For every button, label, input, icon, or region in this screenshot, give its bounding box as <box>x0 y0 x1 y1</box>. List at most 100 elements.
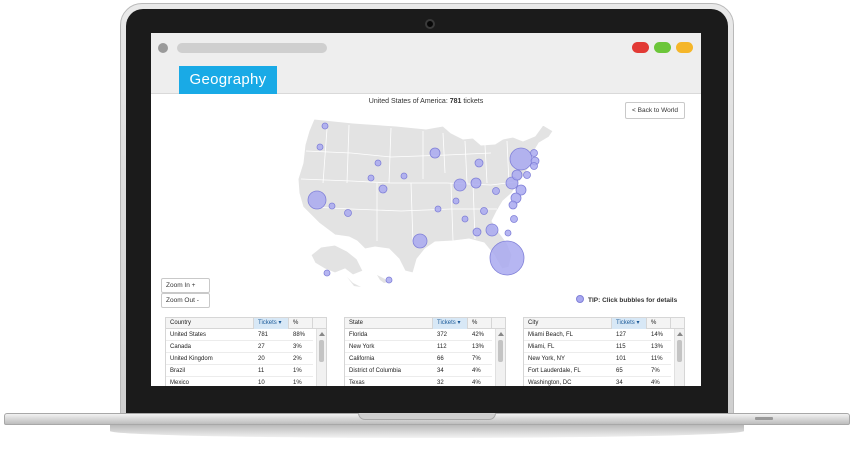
table-scrollbar[interactable] <box>495 329 505 386</box>
bubble-indiana[interactable] <box>470 177 482 189</box>
percent-cell: 11% <box>651 356 663 362</box>
bubble-nevada[interactable] <box>328 202 336 210</box>
table-row[interactable]: Texas 32 4% <box>345 377 492 386</box>
percent-cell: 42% <box>472 332 485 338</box>
bubble-delaware[interactable] <box>523 171 531 179</box>
us-map[interactable] <box>151 33 701 317</box>
bubble-new-york[interactable] <box>509 147 533 171</box>
scroll-thumb[interactable] <box>677 340 682 362</box>
app-screen: Geography United States of America: 781 … <box>151 33 701 386</box>
city-cell: Miami Beach, FL <box>528 332 574 338</box>
column-header-tickets[interactable]: Tickets ▾ <box>433 318 468 329</box>
bubble-north-carolina[interactable] <box>508 200 518 210</box>
bubble-new-jersey[interactable] <box>511 169 523 181</box>
table-row[interactable]: District of Columbia 34 4% <box>345 365 492 377</box>
bubble-hawaii[interactable] <box>385 276 393 284</box>
column-header-percent[interactable]: % <box>647 318 671 329</box>
bubble-georgia[interactable] <box>485 223 499 237</box>
table-scrollbar[interactable] <box>674 329 684 386</box>
bubble-oregon[interactable] <box>316 143 324 151</box>
bubble-ohio[interactable] <box>492 187 500 195</box>
column-header-city[interactable]: City <box>524 318 612 329</box>
column-header-country[interactable]: Country <box>166 318 254 329</box>
table-row[interactable]: New York 112 13% <box>345 341 492 353</box>
tickets-cell: 66 <box>437 356 444 362</box>
tickets-cell: 20 <box>258 356 265 362</box>
tickets-cell: 372 <box>437 332 448 338</box>
bubble-nebraska[interactable] <box>400 172 408 180</box>
table-header: Country Tickets ▾ % <box>166 318 326 329</box>
city-table[interactable]: City Tickets ▾ % Miami Beach, FL 127 14%… <box>523 317 685 386</box>
scroll-thumb[interactable] <box>498 340 503 362</box>
bubble-michigan[interactable] <box>474 158 484 168</box>
country-table[interactable]: Country Tickets ▾ % United States 781 88… <box>165 317 327 386</box>
country-cell: United Kingdom <box>170 356 213 362</box>
bubble-massachusetts[interactable] <box>530 149 538 157</box>
table-row[interactable]: California 66 7% <box>345 353 492 365</box>
bubble-alaska[interactable] <box>323 269 331 277</box>
table-scrollbar[interactable] <box>316 329 326 386</box>
city-cell: Washington, DC <box>528 380 572 386</box>
table-row[interactable]: Washington, DC 34 4% <box>524 377 671 386</box>
table-row[interactable]: United Kingdom 20 2% <box>166 353 313 365</box>
tickets-cell: 115 <box>616 344 626 350</box>
bubble-alabama[interactable] <box>472 227 482 237</box>
city-cell: Fort Lauderdale, FL <box>528 368 581 374</box>
bubble-arizona[interactable] <box>344 209 352 217</box>
table-header: City Tickets ▾ % <box>524 318 684 329</box>
table-row[interactable]: United States 781 88% <box>166 329 313 341</box>
bubble-mississippi[interactable] <box>461 215 469 223</box>
column-header-state[interactable]: State <box>345 318 433 329</box>
bubble-florida[interactable] <box>489 240 525 276</box>
tickets-cell: 101 <box>616 356 627 362</box>
table-header: State Tickets ▾ % <box>345 318 505 329</box>
state-table[interactable]: State Tickets ▾ % Florida 372 42% New Yo… <box>344 317 506 386</box>
bubble-california[interactable] <box>307 190 327 210</box>
column-header-tickets[interactable]: Tickets ▾ <box>612 318 647 329</box>
country-cell: United States <box>170 332 207 338</box>
bubble-utah[interactable] <box>367 174 375 182</box>
table-row[interactable]: New York, NY 101 11% <box>524 353 671 365</box>
tickets-cell: 10 <box>258 380 265 386</box>
bubble-kansas[interactable] <box>434 205 442 213</box>
country-cell: Mexico <box>170 380 190 386</box>
bubble-rhode-island[interactable] <box>530 162 538 170</box>
bubble-wyoming[interactable] <box>374 159 382 167</box>
laptop-port <box>755 417 773 420</box>
column-header-percent[interactable]: % <box>468 318 492 329</box>
zoom-out-button[interactable]: Zoom Out - <box>161 293 210 308</box>
bubble-illinois[interactable] <box>453 178 467 192</box>
bubble-colorado[interactable] <box>378 184 388 194</box>
percent-cell: 1% <box>293 380 302 386</box>
scroll-up-arrow-icon[interactable] <box>498 332 504 336</box>
table-row[interactable]: Mexico 10 1% <box>166 377 313 386</box>
zoom-in-button[interactable]: Zoom In + <box>161 278 210 293</box>
table-row[interactable]: Fort Lauderdale, FL 65 7% <box>524 365 671 377</box>
percent-cell: 13% <box>651 344 664 350</box>
scroll-up-arrow-icon[interactable] <box>319 332 325 336</box>
bubble-washington[interactable] <box>321 122 329 130</box>
bubble-texas[interactable] <box>412 233 428 249</box>
scroll-thumb[interactable] <box>319 340 324 362</box>
state-cell: Florida <box>349 332 368 338</box>
state-cell: Texas <box>349 380 365 386</box>
column-header-tickets[interactable]: Tickets ▾ <box>254 318 289 329</box>
bubble-missouri[interactable] <box>452 197 460 205</box>
bubble-south-carolina[interactable] <box>510 215 518 223</box>
column-header-percent[interactable]: % <box>289 318 313 329</box>
table-row[interactable]: Miami, FL 115 13% <box>524 341 671 353</box>
tickets-cell: 11 <box>258 368 265 374</box>
country-cell: Brazil <box>170 368 186 374</box>
percent-cell: 4% <box>472 368 481 374</box>
scroll-up-arrow-icon[interactable] <box>677 332 683 336</box>
bubble-florida-north[interactable] <box>504 229 512 237</box>
tip-label: TIP: Click bubbles for details <box>588 297 678 304</box>
table-row[interactable]: Florida 372 42% <box>345 329 492 341</box>
bubble-tennessee[interactable] <box>480 207 488 215</box>
bubble-minnesota[interactable] <box>429 147 441 159</box>
percent-cell: 7% <box>651 368 660 374</box>
table-row[interactable]: Canada 27 3% <box>166 341 313 353</box>
table-row[interactable]: Brazil 11 1% <box>166 365 313 377</box>
table-row[interactable]: Miami Beach, FL 127 14% <box>524 329 671 341</box>
percent-cell: 14% <box>651 332 664 338</box>
